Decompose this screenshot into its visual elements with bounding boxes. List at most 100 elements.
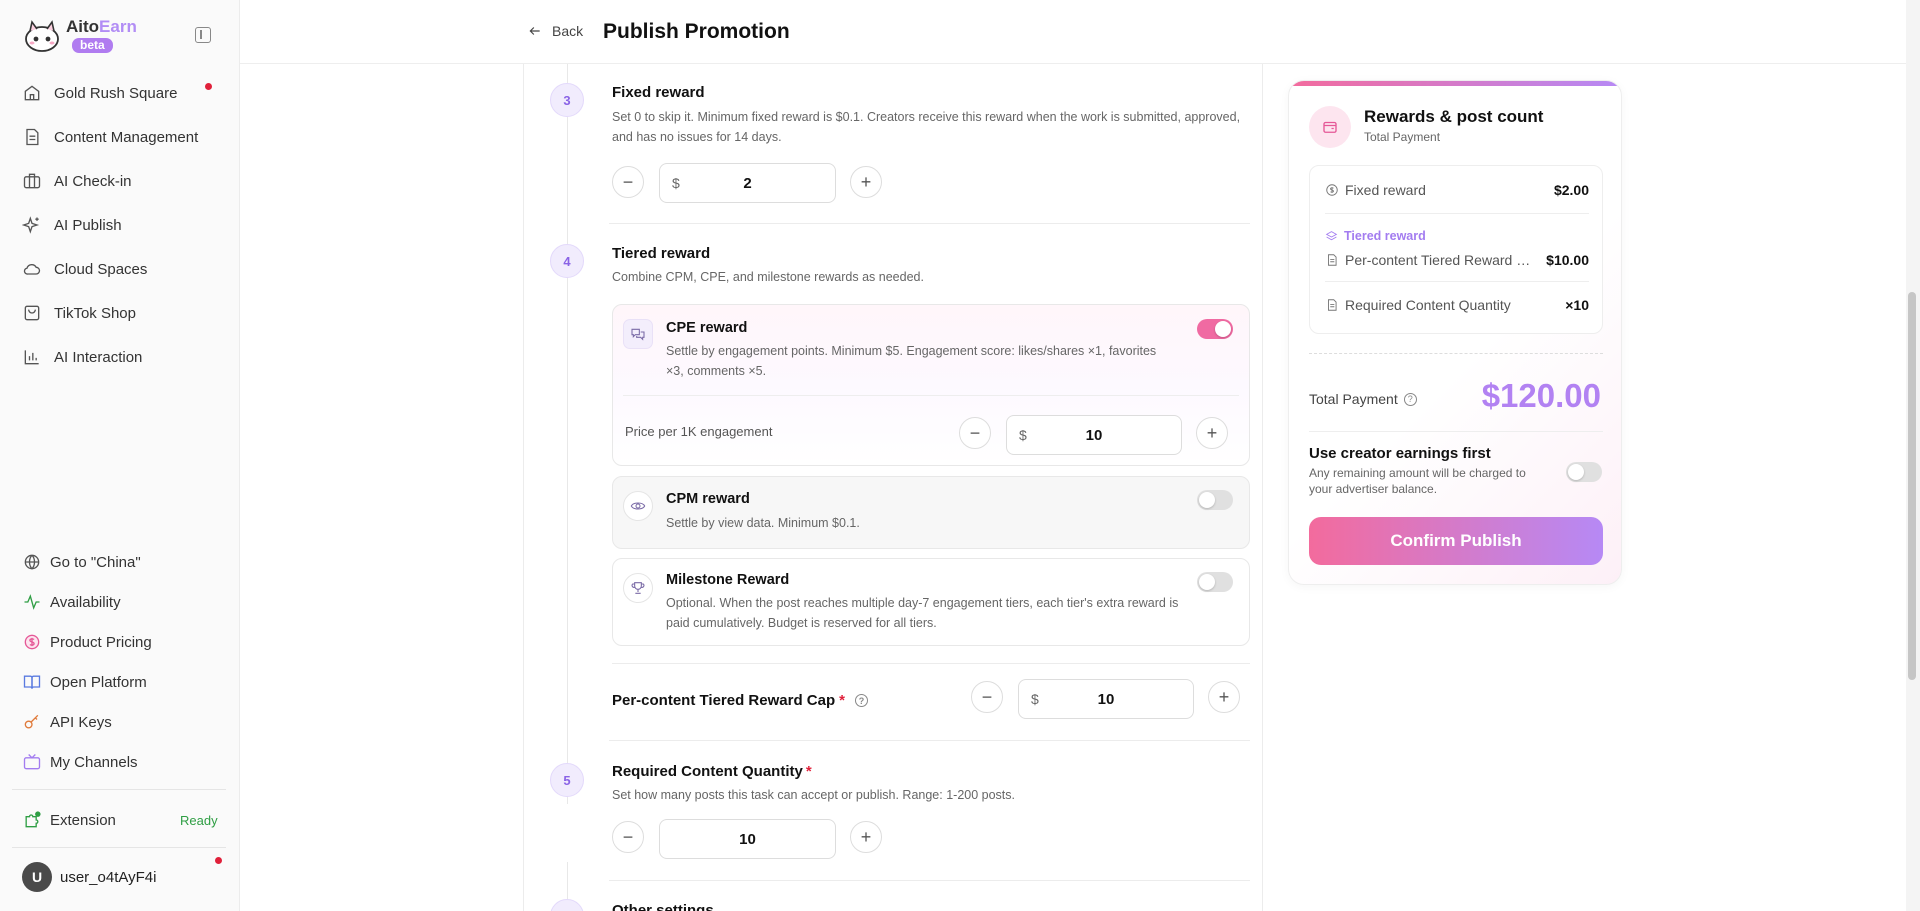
sidebar-item-content-management[interactable]: Content Management <box>22 125 198 149</box>
cpe-price-value: 10 <box>1085 426 1103 444</box>
notification-dot <box>205 83 212 90</box>
help-icon[interactable]: ? <box>854 694 868 707</box>
use-earnings-toggle[interactable] <box>1566 462 1602 482</box>
milestone-reward-card: Milestone Reward Optional. When the post… <box>612 558 1250 646</box>
divider <box>609 740 1250 741</box>
quantity-title: Required Content Quantity <box>612 763 803 780</box>
step-number: 5 <box>550 763 584 797</box>
document-icon <box>1328 299 1337 311</box>
sidebar-item-label: Availability <box>50 593 121 611</box>
sidebar-item-ai-interaction[interactable]: AI Interaction <box>22 345 142 369</box>
promotion-form: 3 Fixed reward Set 0 to skip it. Minimum… <box>523 64 1263 911</box>
cpm-reward-desc: Settle by view data. Minimum $0.1. <box>666 516 860 530</box>
confirm-publish-button[interactable]: Confirm Publish <box>1309 517 1603 565</box>
bar-chart-icon <box>24 350 39 365</box>
step-connector <box>567 64 568 83</box>
sidebar-item-api-keys[interactable]: API Keys <box>22 712 112 732</box>
quantity-value: 10 <box>739 830 756 848</box>
sidebar-item-label: AI Interaction <box>54 348 143 366</box>
collapse-sidebar-icon[interactable] <box>195 27 211 43</box>
sidebar-item-cloud-spaces[interactable]: Cloud Spaces <box>22 257 147 281</box>
sidebar-item-label: My Channels <box>50 753 138 771</box>
sidebar-item-label: Gold Rush Square <box>54 84 178 102</box>
increase-cpe-button[interactable]: + <box>1196 417 1228 449</box>
quantity-title-row: Required Content Quantity * <box>612 763 812 780</box>
cpe-reward-card: CPE reward Settle by engagement points. … <box>612 304 1250 466</box>
increase-fixed-button[interactable]: + <box>850 166 882 198</box>
sidebar: AitoEarn beta Gold Rush Square Content M… <box>0 0 240 911</box>
milestone-reward-toggle[interactable] <box>1197 572 1233 592</box>
sidebar-item-label: Extension <box>50 811 116 829</box>
eye-icon <box>623 491 653 521</box>
use-earnings-title: Use creator earnings first <box>1309 445 1491 462</box>
sidebar-item-ai-publish[interactable]: AI Publish <box>22 213 122 237</box>
logo[interactable]: AitoEarn beta <box>22 18 137 53</box>
decrease-cpe-button[interactable]: − <box>959 417 991 449</box>
sidebar-item-go-to-china[interactable]: Go to "China" <box>22 552 141 572</box>
puzzle-icon <box>25 811 41 828</box>
increase-cap-button[interactable]: + <box>1208 681 1240 713</box>
back-button[interactable]: Back <box>528 23 583 39</box>
increase-quantity-button[interactable]: + <box>850 821 882 853</box>
summary-tiered-label: Tiered reward <box>1325 229 1426 243</box>
arrow-left-icon <box>529 27 540 35</box>
help-icon[interactable]: ? <box>1403 392 1417 406</box>
extension-status: Ready <box>180 813 218 828</box>
sidebar-item-open-platform[interactable]: Open Platform <box>22 672 147 692</box>
step-number: 3 <box>550 83 584 117</box>
username[interactable]: user_o4tAyF4i <box>60 869 156 886</box>
currency-symbol: $ <box>1031 691 1039 707</box>
tiered-cap-input[interactable]: $ 10 <box>1018 679 1194 719</box>
shopping-bag-icon <box>24 305 40 321</box>
summary-row-fixed: Fixed reward $2.00 <box>1325 182 1589 198</box>
layers-icon <box>1325 230 1338 240</box>
total-payment-label-row: Total Payment ? <box>1309 391 1417 407</box>
sidebar-item-tiktok-shop[interactable]: TikTok Shop <box>22 301 136 325</box>
cpe-price-input[interactable]: $ 10 <box>1006 415 1182 455</box>
sidebar-item-ai-check-in[interactable]: AI Check-in <box>22 169 132 193</box>
total-payment-value: $120.00 <box>1481 377 1601 414</box>
currency-symbol: $ <box>1019 427 1027 443</box>
required-mark: * <box>839 692 845 709</box>
sidebar-item-label: API Keys <box>50 713 112 731</box>
step-number: 6 <box>550 899 584 911</box>
cloud-icon <box>23 264 41 275</box>
globe-icon <box>24 554 40 570</box>
decrease-cap-button[interactable]: − <box>971 681 1003 713</box>
sidebar-item-gold-rush-square[interactable]: Gold Rush Square <box>22 81 177 105</box>
beta-badge: beta <box>72 38 113 53</box>
fixed-reward-input[interactable]: $ 2 <box>659 163 836 203</box>
cpm-reward-card: CPM reward Settle by view data. Minimum … <box>612 476 1250 549</box>
summary-row-quantity: Required Content Quantity ×10 <box>1325 297 1589 313</box>
cpe-reward-toggle[interactable] <box>1197 319 1233 339</box>
milestone-reward-desc: Optional. When the post reaches multiple… <box>666 596 1179 630</box>
trophy-icon <box>623 573 653 603</box>
notification-dot <box>215 857 222 864</box>
book-icon <box>23 675 41 689</box>
scrollbar-thumb[interactable] <box>1908 292 1916 680</box>
sidebar-item-availability[interactable]: Availability <box>22 592 121 612</box>
sidebar-item-label: TikTok Shop <box>54 304 136 322</box>
use-earnings-desc: Any remaining amount will be charged to … <box>1309 466 1526 496</box>
page-title: Publish Promotion <box>603 20 790 43</box>
document-icon <box>26 128 39 146</box>
tiered-reward-title: Tiered reward <box>612 245 711 262</box>
sidebar-item-product-pricing[interactable]: Product Pricing <box>22 632 152 652</box>
briefcase-icon <box>23 173 41 189</box>
chat-icon <box>623 319 653 349</box>
summary-label: Fixed reward <box>1345 182 1426 198</box>
divider <box>623 395 1239 396</box>
decrease-fixed-button[interactable]: − <box>612 166 644 198</box>
cpm-reward-toggle[interactable] <box>1197 490 1233 510</box>
sidebar-item-my-channels[interactable]: My Channels <box>22 752 138 772</box>
decrease-quantity-button[interactable]: − <box>612 821 644 853</box>
sidebar-item-extension[interactable]: Extension <box>22 810 116 830</box>
avatar[interactable]: U <box>22 862 52 892</box>
step-connector <box>567 278 568 804</box>
summary-accent-bar <box>1289 81 1621 86</box>
quantity-input[interactable]: 10 <box>659 819 836 859</box>
quantity-desc: Set how many posts this task can accept … <box>612 788 1015 802</box>
required-mark: * <box>805 763 812 780</box>
payment-summary-card: Rewards & post count Total Payment Fixed… <box>1288 80 1622 585</box>
fixed-reward-desc: Set 0 to skip it. Minimum fixed reward i… <box>612 110 1241 144</box>
